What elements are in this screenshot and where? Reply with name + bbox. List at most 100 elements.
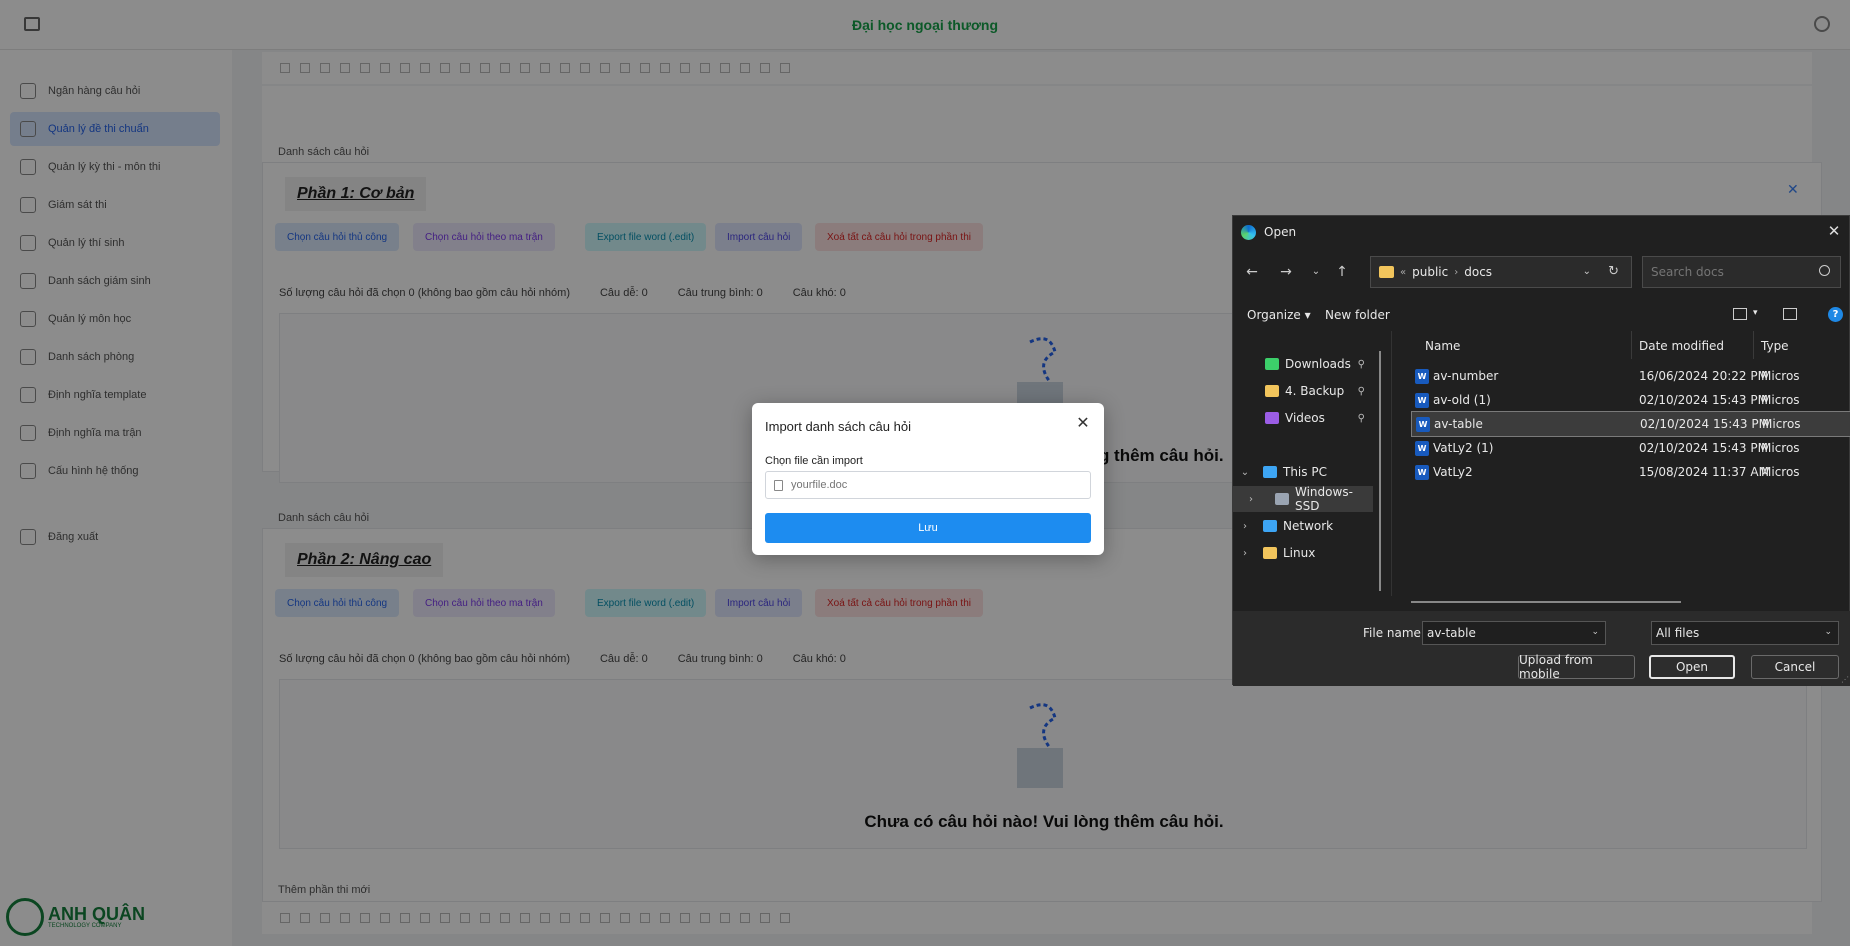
view-options-icon[interactable] [1733, 308, 1747, 320]
chevron-down-icon[interactable]: ⌄ [1824, 627, 1832, 637]
file-name: VatLy2 (1) [1433, 441, 1494, 455]
save-button[interactable]: Lưu [765, 513, 1091, 543]
path-segment[interactable]: public [1412, 265, 1448, 279]
file-type: Micros [1761, 441, 1800, 455]
column-type[interactable]: Type [1761, 339, 1789, 353]
word-document-icon: W [1415, 464, 1429, 480]
expand-chevron-icon[interactable]: › [1233, 521, 1257, 532]
folder-icon [1379, 266, 1394, 278]
nav-item-label: Windows-SSD [1295, 485, 1353, 513]
nav-item-icon [1265, 412, 1279, 424]
chevron-down-icon[interactable]: ⌄ [1591, 627, 1599, 637]
nav-item[interactable]: 4. Backup ⚲ [1233, 378, 1373, 404]
nav-item[interactable]: › Linux [1233, 540, 1373, 566]
file-type-select[interactable]: All files ⌄ [1651, 621, 1839, 645]
close-icon[interactable]: ✕ [1074, 415, 1092, 433]
file-input-field[interactable] [791, 479, 1071, 491]
address-bar[interactable]: « public › docs ⌄ ↻ [1370, 256, 1632, 288]
file-type-value: All files [1656, 626, 1700, 640]
nav-item[interactable]: › Windows-SSD [1233, 485, 1373, 513]
file-row[interactable]: Wav-number 16/06/2024 20:22 PM Micros [1411, 363, 1850, 389]
file-row[interactable]: W VatLy2 15/08/2024 11:37 AM Micros [1411, 459, 1850, 485]
nav-item-label: Linux [1283, 546, 1316, 560]
file-date: 16/06/2024 20:22 PM [1639, 369, 1768, 383]
open-button[interactable]: Open [1649, 655, 1735, 679]
file-date: 02/10/2024 15:43 PM [1640, 417, 1769, 431]
help-icon[interactable]: ? [1828, 307, 1843, 322]
file-row[interactable]: W VatLy2 (1) 02/10/2024 15:43 PM Micros [1411, 435, 1850, 461]
pin-icon[interactable]: ⚲ [1358, 413, 1365, 424]
path-chevron-icon: › [1454, 266, 1459, 278]
nav-item[interactable]: › Network [1233, 513, 1373, 539]
expand-chevron-icon[interactable]: › [1233, 494, 1269, 505]
file-row[interactable]: Wav-old (1) 02/10/2024 15:43 PM Micros [1411, 387, 1850, 413]
command-bar: Organize ▾ New folder ▾ ? [1233, 296, 1850, 336]
nav-item[interactable]: ⌄ This PC [1233, 459, 1373, 485]
file-date: 15/08/2024 11:37 AM [1639, 465, 1769, 479]
file-type: Micros [1761, 393, 1800, 407]
back-icon[interactable]: ← [1243, 264, 1261, 280]
search-input[interactable] [1651, 265, 1811, 279]
nav-item-icon [1263, 547, 1277, 559]
nav-scrollbar[interactable] [1379, 351, 1381, 591]
organize-button[interactable]: Organize ▾ [1247, 308, 1311, 322]
word-document-icon: W [1416, 416, 1430, 432]
refresh-icon[interactable]: ↻ [1608, 264, 1619, 279]
file-date: 02/10/2024 15:43 PM [1639, 393, 1768, 407]
file-name-input[interactable]: av-table ⌄ [1422, 621, 1606, 645]
modal-title: Import danh sách câu hỏi [765, 419, 911, 434]
close-icon[interactable]: ✕ [1825, 222, 1843, 240]
nav-item[interactable]: Videos ⚲ [1233, 405, 1373, 431]
file-type: Micros [1762, 417, 1801, 431]
search-icon[interactable] [1819, 265, 1830, 276]
resize-grip-icon[interactable]: ⋰ [1841, 675, 1849, 684]
nav-item-icon [1263, 520, 1277, 532]
column-headers: Name ^ Date modified Type [1403, 331, 1850, 359]
dialog-titlebar: Open [1233, 216, 1850, 248]
file-icon [774, 479, 783, 491]
column-name[interactable]: Name [1425, 339, 1460, 353]
file-list-scrollbar[interactable] [1411, 601, 1681, 603]
file-type: Micros [1761, 369, 1800, 383]
nav-item-label: Videos [1285, 411, 1325, 425]
file-name: av-number [1433, 369, 1499, 383]
nav-item-icon [1263, 466, 1277, 478]
new-folder-button[interactable]: New folder [1325, 308, 1390, 322]
pane-divider [1391, 331, 1392, 596]
file-date: 02/10/2024 15:43 PM [1639, 441, 1768, 455]
column-separator[interactable] [1631, 331, 1632, 359]
preview-pane-icon[interactable] [1783, 308, 1797, 320]
search-box[interactable] [1642, 256, 1841, 288]
forward-icon[interactable]: → [1277, 264, 1295, 280]
nav-item-label: Downloads [1285, 357, 1351, 371]
address-dropdown-icon[interactable]: ⌄ [1583, 266, 1591, 277]
up-icon[interactable]: ↑ [1333, 264, 1351, 280]
file-input[interactable] [765, 471, 1091, 499]
nav-item-label: 4. Backup [1285, 384, 1345, 398]
pin-icon[interactable]: ⚲ [1358, 359, 1365, 370]
column-separator[interactable] [1753, 331, 1754, 359]
word-document-icon: W [1415, 440, 1429, 456]
dialog-title: Open [1264, 225, 1297, 239]
edge-icon [1241, 224, 1256, 240]
file-label: Chọn file cần import [765, 455, 863, 467]
file-list: Name ^ Date modified Type Wav-number 16/0… [1403, 331, 1850, 594]
recent-chevron-down-icon[interactable]: ⌄ [1307, 266, 1325, 277]
file-name: av-old (1) [1433, 393, 1491, 407]
column-date[interactable]: Date modified [1639, 339, 1724, 353]
file-type: Micros [1761, 465, 1800, 479]
open-file-dialog: Open ✕ ← → ⌄ ↑ « public › docs ⌄ ↻ Organ… [1232, 215, 1850, 686]
file-name-label: File name: [1363, 626, 1425, 640]
expand-chevron-icon[interactable]: › [1233, 548, 1257, 559]
file-row[interactable]: Wav-table 02/10/2024 15:43 PM Micros [1411, 411, 1850, 437]
path-segment[interactable]: docs [1464, 265, 1492, 279]
import-modal: Import danh sách câu hỏi ✕ Chọn file cần… [752, 403, 1104, 555]
path-prefix: « [1400, 266, 1407, 278]
pin-icon[interactable]: ⚲ [1358, 386, 1365, 397]
cancel-button[interactable]: Cancel [1751, 655, 1839, 679]
upload-from-mobile-button[interactable]: Upload from mobile [1518, 653, 1635, 681]
nav-item[interactable]: Downloads ⚲ [1233, 351, 1373, 377]
view-chevron-down-icon[interactable]: ▾ [1753, 308, 1758, 318]
nav-item-icon [1275, 493, 1289, 505]
expand-chevron-icon[interactable]: ⌄ [1233, 467, 1257, 478]
